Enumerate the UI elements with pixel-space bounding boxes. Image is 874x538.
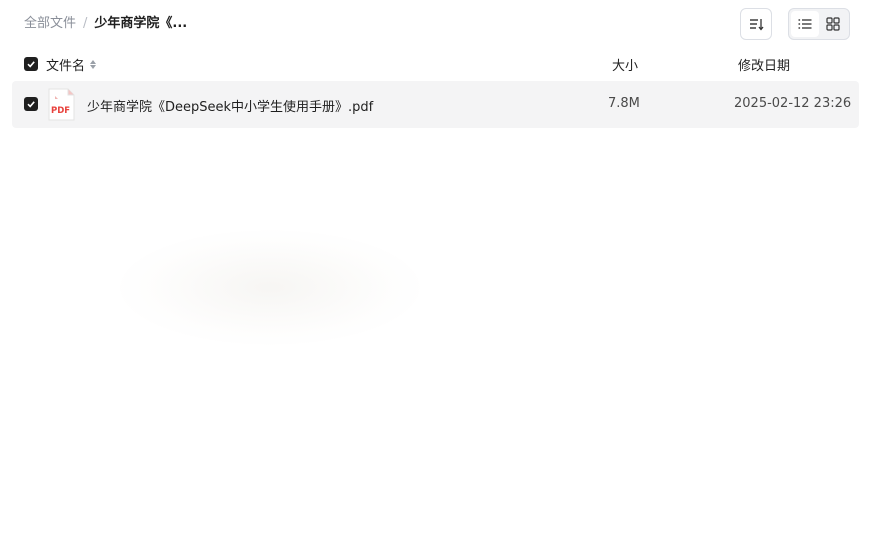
date-column-header[interactable]: 修改日期 — [738, 55, 790, 74]
pdf-icon-label: PDF — [51, 106, 70, 116]
breadcrumb-separator: / — [83, 16, 88, 31]
file-name[interactable]: 少年商学院《DeepSeek中小学生使用手册》.pdf — [87, 96, 373, 115]
select-all-checkbox[interactable] — [24, 57, 38, 71]
sort-button[interactable] — [740, 8, 772, 40]
sort-arrows-icon — [90, 60, 97, 69]
list-view-icon — [798, 19, 812, 29]
breadcrumb-current: 少年商学院《... — [94, 16, 188, 31]
row-checkbox[interactable] — [24, 97, 38, 111]
breadcrumb: 全部文件 / 少年商学院《... — [24, 15, 187, 33]
table-header: 文件名 大小 修改日期 — [12, 50, 859, 78]
check-icon — [27, 61, 35, 68]
list-view-button[interactable] — [791, 11, 819, 37]
name-column-header[interactable]: 文件名 — [46, 55, 97, 74]
check-icon — [27, 101, 35, 108]
top-bar: 全部文件 / 少年商学院《... — [0, 0, 874, 48]
name-column-label: 文件名 — [46, 59, 86, 74]
breadcrumb-root-link[interactable]: 全部文件 — [24, 15, 76, 33]
pdf-icon: PDF — [48, 88, 75, 121]
file-modified-date: 2025-02-12 23:26 — [734, 96, 852, 111]
file-size: 7.8M — [608, 96, 640, 111]
background-smudge — [120, 230, 420, 345]
size-column-header[interactable]: 大小 — [612, 55, 638, 74]
sort-icon — [750, 19, 764, 31]
grid-view-button[interactable] — [819, 11, 847, 37]
view-toggle — [788, 8, 850, 40]
table-row[interactable]: PDF 少年商学院《DeepSeek中小学生使用手册》.pdf 7.8M 202… — [12, 81, 859, 128]
grid-view-icon — [826, 17, 840, 31]
